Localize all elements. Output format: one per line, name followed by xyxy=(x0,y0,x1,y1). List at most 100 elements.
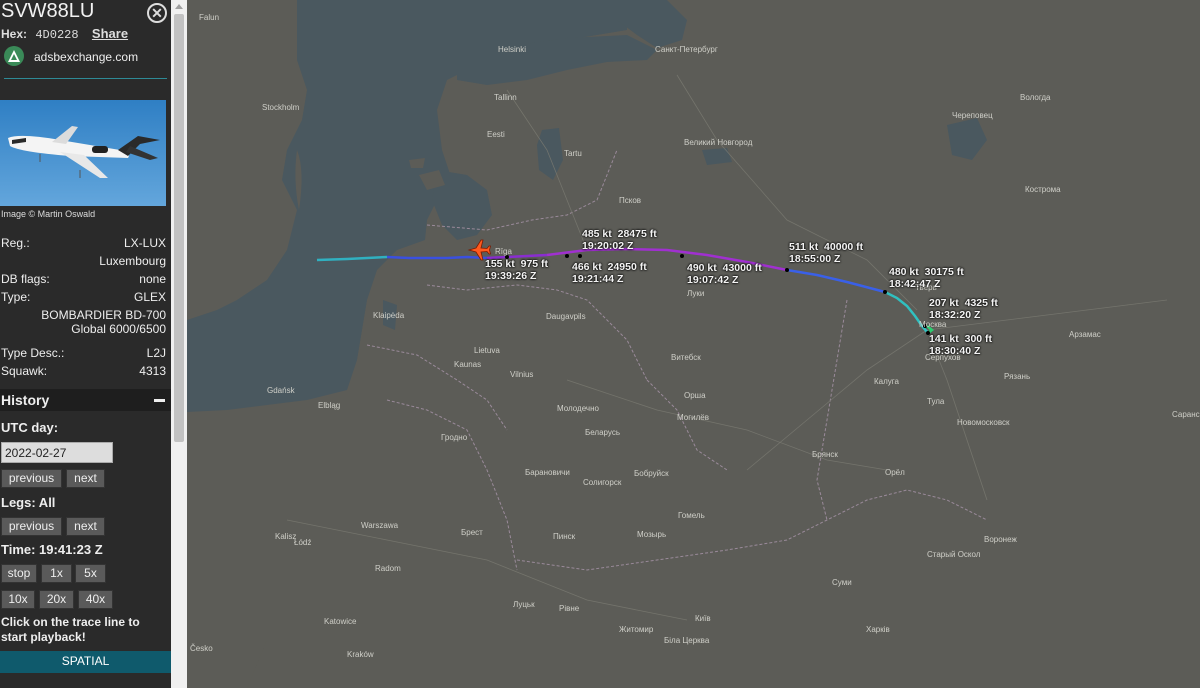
map-label-sumy: Суми xyxy=(832,578,852,587)
map-label-cesko: Česko xyxy=(190,644,213,653)
track-label[interactable]: 511 kt 40000 ft 18:55:00 Z xyxy=(789,241,863,265)
speed-10x-button[interactable]: 10x xyxy=(1,590,35,609)
map-label-tallinn: Tallinn xyxy=(494,93,517,102)
track-label[interactable]: 480 kt 30175 ft 18:42:47 Z xyxy=(889,266,964,290)
callsign: SVW88LU xyxy=(1,0,95,22)
dbflags-value: none xyxy=(139,272,166,286)
playback-hint: Click on the trace line to start playbac… xyxy=(1,615,140,644)
speed-40x-button[interactable]: 40x xyxy=(78,590,113,609)
legs-label: Legs: All xyxy=(1,495,56,510)
map-label-novomoskovsk: Новомосковск xyxy=(957,418,1010,427)
track-label-alt: 4325 ft xyxy=(964,297,998,309)
map-label-cherepovets: Череповец xyxy=(952,111,993,120)
track-label[interactable]: 466 kt 24950 ft 19:21:44 Z xyxy=(572,261,647,285)
reg-label: Reg.: xyxy=(1,236,30,250)
utc-day-input[interactable] xyxy=(1,442,113,463)
map-label-arzamas: Арзамас xyxy=(1069,330,1101,339)
track-label[interactable]: 485 kt 28475 ft 19:20:02 Z xyxy=(582,228,657,252)
map-label-vilnius: Vilnius xyxy=(510,370,534,379)
day-next-button[interactable]: next xyxy=(66,469,105,488)
track-label[interactable]: 207 kt 4325 ft 18:32:20 Z xyxy=(929,297,998,321)
aircraft-info-panel: SVW88LU ✕ Hex: 4D0228 Share adsbexchange… xyxy=(0,0,171,688)
map-label-stary-oskol: Старый Оскол xyxy=(927,550,981,559)
map-label-elblag: Elbląg xyxy=(318,401,341,410)
scrollbar-thumb[interactable] xyxy=(174,14,184,442)
model-line1: BOMBARDIER BD-700 xyxy=(41,308,166,322)
spatial-tab[interactable]: SPATIAL xyxy=(0,651,171,673)
map-label-brest: Брест xyxy=(461,528,483,537)
typedesc-value: L2J xyxy=(146,346,166,360)
squawk-label: Squawk: xyxy=(1,364,48,378)
map-label-gdansk: Gdańsk xyxy=(267,386,295,395)
track-label-time: 18:42:47 Z xyxy=(889,278,941,290)
map-label-mozyr: Мозырь xyxy=(637,530,667,539)
map-label-orsha: Орша xyxy=(684,391,706,400)
speed-20x-button[interactable]: 20x xyxy=(39,590,74,609)
typedesc-label: Type Desc.: xyxy=(1,346,65,360)
adsbexchange-link[interactable]: adsbexchange.com xyxy=(4,46,167,68)
map-label-baranovichi: Барановичи xyxy=(525,468,570,477)
day-previous-button[interactable]: previous xyxy=(1,469,62,488)
leg-next-button[interactable]: next xyxy=(66,517,105,536)
track-label-time: 18:32:20 Z xyxy=(929,309,981,321)
leg-previous-button[interactable]: previous xyxy=(1,517,62,536)
adsbexchange-text: adsbexchange.com xyxy=(34,50,139,64)
map-label-bila-tserkva: Біла Церква xyxy=(664,636,710,645)
track-label-alt: 40000 ft xyxy=(824,241,864,253)
map-label-voronezh: Воронеж xyxy=(984,535,1017,544)
map-label-krakow: Kraków xyxy=(347,650,374,659)
map-label-soligorsk: Солигорск xyxy=(583,478,622,487)
stop-button[interactable]: stop xyxy=(1,564,37,583)
map-label-daugavpils: Daugavpils xyxy=(546,312,586,321)
map-label-rivne: Рівне xyxy=(559,604,580,613)
map-label-kharkiv: Харків xyxy=(866,625,890,634)
map-label-radom: Radom xyxy=(375,564,401,573)
sidebar-scrollbar[interactable] xyxy=(171,0,187,688)
map-label-lietuva: Lietuva xyxy=(474,346,500,355)
hex-label: Hex: xyxy=(1,27,28,41)
speed-5x-button[interactable]: 5x xyxy=(75,564,106,583)
type-label: Type: xyxy=(1,290,31,304)
map-label-gomel: Гомель xyxy=(678,511,705,520)
map-label-eesti: Eesti xyxy=(487,130,505,139)
map-label-moskva: Москва xyxy=(919,320,947,329)
map-label-kalisz: Kalisz xyxy=(275,532,297,541)
map-label-kaunas: Kaunas xyxy=(454,360,482,369)
track-label[interactable]: 141 kt 300 ft 18:30:40 Z xyxy=(929,333,992,357)
aircraft-photo[interactable] xyxy=(0,100,166,206)
map-label-tula: Тула xyxy=(927,397,945,406)
country-value: Luxembourg xyxy=(99,254,166,268)
map-label-katowice: Katowice xyxy=(324,617,357,626)
track-label-time: 19:07:42 Z xyxy=(687,274,739,286)
map-label-velikie-luki: Луки xyxy=(687,289,705,298)
map-label-pinsk: Пинск xyxy=(553,532,576,541)
close-icon[interactable]: ✕ xyxy=(147,3,167,23)
history-header[interactable]: History xyxy=(0,389,171,411)
track-label-speed: 141 kt xyxy=(929,333,959,345)
map-label-spb: Санкт-Петербург xyxy=(655,45,718,54)
track-label[interactable]: 490 kt 43000 ft 19:07:42 Z xyxy=(687,262,762,286)
share-link[interactable]: Share xyxy=(92,26,128,41)
dbflags-label: DB flags: xyxy=(1,272,50,286)
hex-value: 4D0228 xyxy=(35,28,79,42)
track-label-speed: 511 kt xyxy=(789,241,819,253)
map-label-tartu: Tartu xyxy=(564,149,582,158)
photo-credit[interactable]: Image © Martin Oswald xyxy=(1,209,95,219)
map-label-klaipeda: Klaipėda xyxy=(373,311,405,320)
speed-1x-button[interactable]: 1x xyxy=(41,564,72,583)
type-value: GLEX xyxy=(133,290,166,304)
history-title: History xyxy=(1,392,50,408)
track-label-speed: 480 kt xyxy=(889,266,919,278)
map-view[interactable]: Falun Helsinki Санкт-Петербург Вологда S… xyxy=(187,0,1200,688)
map-label-lutsk: Луцьк xyxy=(513,600,535,609)
map-label-vitebsk: Витебск xyxy=(671,353,701,362)
adsbexchange-logo-icon xyxy=(4,46,24,66)
collapse-icon[interactable] xyxy=(154,399,165,402)
model-line2: Global 6000/6500 xyxy=(71,322,166,336)
map-label-ryazan: Рязань xyxy=(1004,372,1031,381)
track-label[interactable]: 155 kt 975 ft 19:39:26 Z xyxy=(485,258,548,282)
map-label-riga: Rīga xyxy=(495,247,512,256)
hex-row: Hex: 4D0228 Share xyxy=(1,26,128,42)
reg-value[interactable]: LX-LUX xyxy=(124,236,166,250)
scroll-up-arrow-icon[interactable] xyxy=(175,4,183,9)
